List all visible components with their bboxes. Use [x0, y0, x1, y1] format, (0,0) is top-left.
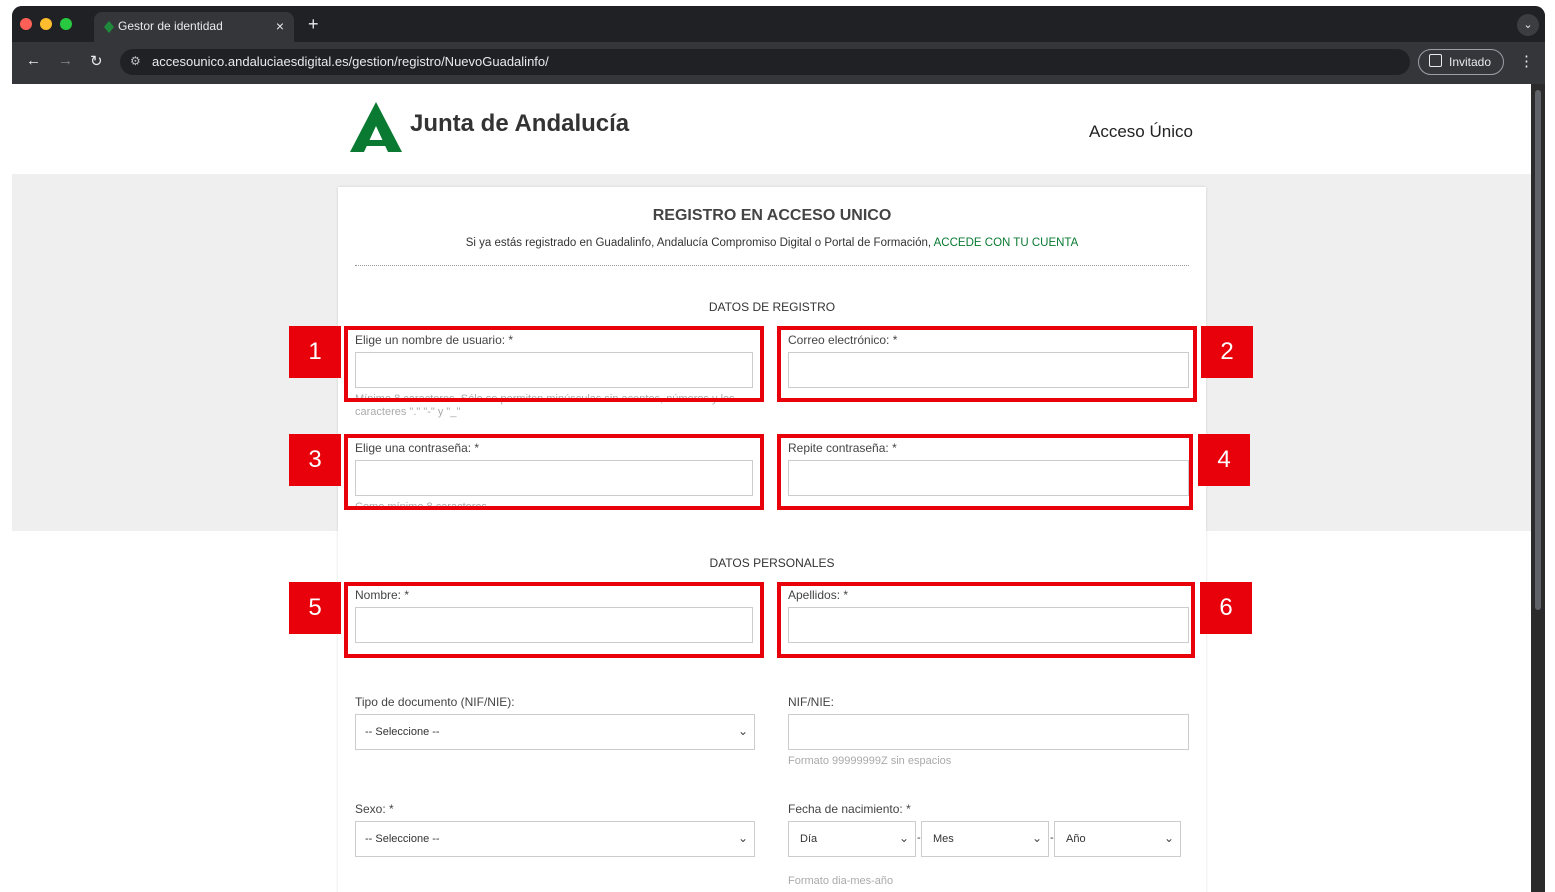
site-info-icon[interactable]: ⚙: [130, 54, 141, 68]
close-window-button[interactable]: [20, 18, 32, 30]
annotation-badge-3: 3: [289, 434, 341, 486]
nif-label: NIF/NIE:: [788, 695, 835, 709]
annotation-badge-5: 5: [289, 582, 341, 634]
highlight-box-apellidos: [777, 582, 1195, 658]
birth-month-value: Mes: [933, 833, 954, 845]
profile-icon: [1429, 54, 1442, 67]
sexo-select[interactable]: -- Seleccione -- ⌄: [355, 821, 755, 857]
birth-day-value: Día: [800, 833, 818, 845]
annotation-badge-2: 2: [1201, 326, 1253, 378]
doc-type-value: -- Seleccione --: [365, 726, 440, 738]
address-bar[interactable]: ⚙ accesounico.andaluciaesdigital.es/gest…: [120, 49, 1410, 75]
section-datos-personales: DATOS PERSONALES: [709, 556, 835, 570]
scrollbar-thumb[interactable]: [1535, 90, 1541, 610]
annotation-badge-6: 6: [1200, 582, 1252, 634]
chevron-down-icon: ⌄: [898, 831, 909, 845]
birth-help: Formato dia-mes-año: [788, 875, 894, 887]
form-title: REGISTRO EN ACCESO UNICO: [652, 207, 892, 224]
chevron-down-icon: ⌄: [737, 831, 748, 845]
doc-type-select[interactable]: -- Seleccione -- ⌄: [355, 714, 755, 750]
doc-type-label: Tipo de documento (NIF/NIE):: [355, 695, 515, 709]
section-datos-registro: DATOS DE REGISTRO: [708, 300, 836, 314]
birth-year-value: Año: [1066, 833, 1086, 845]
chevron-down-icon: ⌄: [1031, 831, 1042, 845]
tab-close-icon[interactable]: ×: [276, 18, 284, 34]
nif-help: Formato 99999999Z sin espacios: [788, 755, 952, 767]
tab-title: Gestor de identidad: [118, 19, 223, 33]
browser-toolbar: ← → ↻ ⚙ accesounico.andaluciaesdigital.e…: [12, 42, 1545, 84]
tab-strip: Gestor de identidad × + ⌄: [12, 6, 1545, 42]
sexo-value: -- Seleccione --: [365, 833, 440, 845]
birth-label: Fecha de nacimiento: *: [788, 802, 911, 816]
highlight-box-email: [777, 326, 1197, 402]
birth-month-select[interactable]: Mes ⌄: [921, 821, 1049, 857]
form-subtitle: Si ya estás registrado en Guadalinfo, An…: [338, 237, 1206, 249]
annotation-badge-1: 1: [289, 326, 341, 378]
chevron-down-icon: ⌄: [737, 724, 748, 738]
junta-logo-icon[interactable]: [350, 102, 402, 152]
logo-text[interactable]: Junta de Andalucía: [410, 110, 629, 138]
acceso-unico-link[interactable]: Acceso Único: [1089, 122, 1193, 142]
tab-favicon-icon: [104, 21, 114, 33]
nif-input[interactable]: [788, 714, 1189, 750]
minimize-window-button[interactable]: [40, 18, 52, 30]
kebab-menu-icon[interactable]: ⋮: [1519, 52, 1534, 70]
highlight-box-nombre: [344, 582, 764, 658]
dotted-divider: [355, 265, 1189, 266]
sexo-label: Sexo: *: [355, 802, 394, 816]
profile-label: Invitado: [1449, 55, 1492, 69]
url-text[interactable]: accesounico.andaluciaesdigital.es/gestio…: [152, 54, 549, 69]
forward-icon[interactable]: →: [58, 52, 73, 69]
highlight-box-repeat-password: [777, 434, 1193, 510]
birth-year-select[interactable]: Año ⌄: [1054, 821, 1181, 857]
scrollbar[interactable]: [1531, 84, 1545, 892]
annotation-badge-4: 4: [1198, 434, 1250, 486]
chevron-down-icon: ⌄: [1163, 831, 1174, 845]
registration-card: REGISTRO EN ACCESO UNICO Si ya estás reg…: [338, 187, 1206, 892]
login-link[interactable]: ACCEDE CON TU CUENTA: [934, 237, 1079, 249]
page-viewport: Junta de Andalucía Acceso Único REGISTRO…: [12, 84, 1531, 892]
highlight-box-password: [344, 434, 764, 510]
subtitle-text: Si ya estás registrado en Guadalinfo, An…: [465, 237, 932, 249]
tab-gestor-identidad[interactable]: Gestor de identidad ×: [94, 12, 294, 42]
tab-search-button[interactable]: ⌄: [1517, 14, 1539, 36]
new-tab-button[interactable]: +: [308, 14, 319, 35]
back-icon[interactable]: ←: [26, 52, 41, 69]
maximize-window-button[interactable]: [60, 18, 72, 30]
site-header: Junta de Andalucía Acceso Único: [12, 84, 1531, 174]
reload-icon[interactable]: ↻: [90, 52, 103, 70]
birth-day-select[interactable]: Día ⌄: [788, 821, 916, 857]
highlight-box-username: [344, 326, 764, 402]
profile-button[interactable]: Invitado: [1418, 49, 1504, 75]
